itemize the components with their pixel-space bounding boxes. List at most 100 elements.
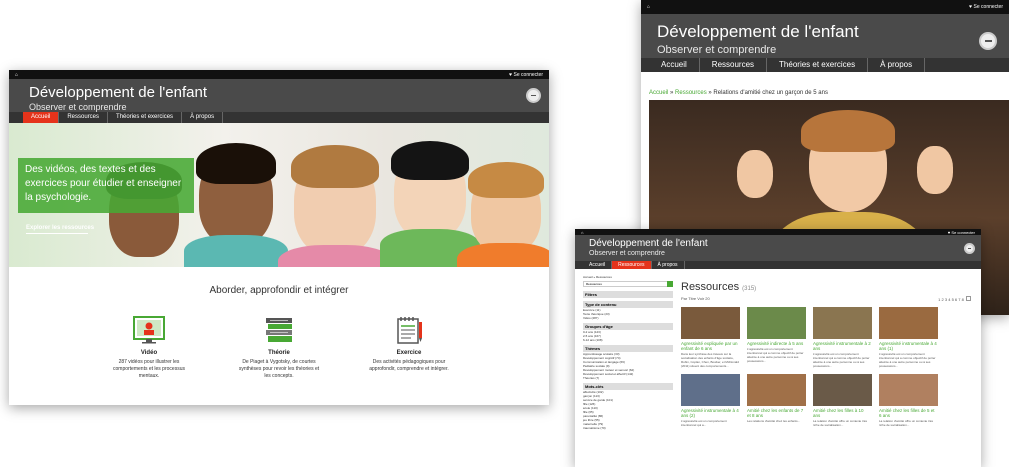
resource-thumbnail[interactable] <box>813 307 872 339</box>
video-lesson-icon <box>133 316 165 344</box>
resource-description: L'agressivité est un comportement intent… <box>813 352 870 368</box>
filter-option[interactable]: Théories (7) <box>583 376 673 380</box>
tab-about[interactable]: À propos <box>868 58 926 72</box>
login-link[interactable]: ♥ Se connecter <box>948 230 975 235</box>
resource-title[interactable]: Amitié chez les filles de 5 et 6 ans <box>879 408 938 418</box>
resource-description: La relation d'amitié offre un contexte t… <box>813 419 868 427</box>
login-label[interactable]: Se connecter <box>974 4 1003 10</box>
filter-group-title[interactable]: Thèmes <box>583 345 673 352</box>
tab-theories[interactable]: Théories et exercices <box>108 112 183 123</box>
tab-resources[interactable]: Ressources <box>612 261 652 269</box>
resource-thumbnail[interactable] <box>879 374 938 406</box>
breadcrumb-resources-link[interactable]: Ressources <box>675 90 707 96</box>
resource-title[interactable]: Agressivité instrumentale à 2 ans <box>813 341 872 351</box>
site-title[interactable]: Développement de l'enfant <box>29 84 529 101</box>
video-frame-subject <box>801 110 895 152</box>
menu-toggle-icon[interactable] <box>979 32 997 50</box>
pager-page[interactable]: 7 <box>958 297 960 302</box>
site-title[interactable]: Développement de l'enfant <box>589 238 967 249</box>
tab-resources[interactable]: Ressources <box>700 58 768 72</box>
resource-thumbnail[interactable] <box>681 374 740 406</box>
resource-card[interactable]: Agressivité instrumentale à 4 ans (1) L'a… <box>879 307 938 368</box>
breadcrumb-home-link[interactable]: Accueil <box>649 90 668 96</box>
resource-thumbnail[interactable] <box>813 374 872 406</box>
main-nav: Accueil Ressources Théories et exercices… <box>641 58 1009 72</box>
home-icon[interactable]: ⌂ <box>581 230 583 235</box>
breadcrumb: Accueil » Ressources <box>583 275 612 279</box>
explore-resources-link[interactable]: Explorer les ressources <box>26 225 94 234</box>
filter-group-title[interactable]: Groupes d'âge <box>583 323 673 330</box>
resource-thumbnail[interactable] <box>747 307 806 339</box>
resource-title[interactable]: Amitié chez les enfants de 7 et 8 ans <box>747 408 806 418</box>
menu-toggle-icon[interactable] <box>526 88 541 103</box>
pager-page[interactable]: 3 <box>945 297 947 302</box>
pager-page[interactable]: 5 <box>952 297 954 302</box>
resource-card[interactable]: Amitié chez les enfants de 7 et 8 ans Les… <box>747 374 806 427</box>
tab-about[interactable]: À propos <box>182 112 224 123</box>
login-link[interactable]: ♥ Se connecter <box>509 72 543 78</box>
login-link[interactable]: ♥ Se connecter <box>969 4 1003 10</box>
pager-page[interactable]: 2 <box>941 297 943 302</box>
filter-group-title[interactable]: Mots-clés <box>583 383 673 390</box>
page-title: Ressources (315) <box>681 281 971 293</box>
resource-title[interactable]: Amitié chez les filles à 10 ans <box>813 408 872 418</box>
resource-thumbnail[interactable] <box>747 374 806 406</box>
feature-video[interactable]: Vidéo 287 vidéos pour illustrer les comp… <box>108 316 190 380</box>
pager-page[interactable]: 4 <box>948 297 950 302</box>
menu-toggle-icon[interactable] <box>964 243 975 254</box>
site-subtitle: Observer et comprendre <box>657 44 777 56</box>
video-frame-subject <box>917 146 953 194</box>
tab-home[interactable]: Accueil <box>23 112 60 123</box>
login-label[interactable]: Se connecter <box>514 72 543 78</box>
filter-option[interactable]: traumatisme (70) <box>583 426 673 430</box>
resource-card[interactable]: Agressivité instrumentale à 4 ans (2) L'a… <box>681 374 740 427</box>
notepad-icon <box>397 317 422 344</box>
next-page-icon[interactable] <box>966 296 971 301</box>
tab-home[interactable]: Accueil <box>583 261 613 269</box>
home-icon[interactable]: ⌂ <box>15 72 18 78</box>
site-header: Développement de l'enfant Observer et co… <box>641 14 1009 58</box>
resource-description: L'agressivité est un comportement intent… <box>879 352 936 368</box>
resource-card[interactable]: Agressivité instrumentale à 2 ans L'agres… <box>813 307 872 368</box>
search-input[interactable]: Ressources <box>583 281 673 287</box>
resource-title[interactable]: Agressivité indirecte à 5 ans <box>747 341 806 346</box>
login-label[interactable]: Se connecter <box>951 230 975 235</box>
show-label: Voir <box>697 296 705 301</box>
resource-card[interactable]: Amitié chez les filles de 5 et 6 ans La r… <box>879 374 938 427</box>
hero-text-box: Des vidéos, des textes et des exercices … <box>18 158 194 213</box>
resource-thumbnail[interactable] <box>879 307 938 339</box>
filter-group-title[interactable]: Type de contenu <box>583 301 673 308</box>
site-header: Développement de l'enfant Observer et co… <box>575 235 981 261</box>
resource-description: L'agressivité est un comportement intent… <box>747 347 804 363</box>
sort-select[interactable]: Titre <box>688 296 696 301</box>
resource-description: La relation d'amitié offre un contexte t… <box>879 419 934 427</box>
resource-card[interactable]: Agressivité expliquée par un enfant de 6… <box>681 307 740 368</box>
resource-card[interactable]: Agressivité indirecte à 5 ans L'agressivi… <box>747 307 806 368</box>
feature-exercise[interactable]: Exercice Des activités pédagogiques pour… <box>368 316 450 380</box>
filter-option[interactable]: Vidéo (287) <box>583 316 673 320</box>
resource-title[interactable]: Agressivité expliquée par un enfant de 6… <box>681 341 740 351</box>
feature-theory[interactable]: Théorie De Piaget à Vygotsky, de courtes… <box>238 316 320 380</box>
intro-heading: Aborder, approfondir et intégrer <box>209 285 349 296</box>
hero-banner: Des vidéos, des textes et des exercices … <box>9 123 549 267</box>
resource-title[interactable]: Agressivité instrumentale à 4 ans (2) <box>681 408 740 418</box>
pager-page[interactable]: 8 <box>962 297 964 302</box>
main-nav: Accueil Ressources Théories et exercices… <box>9 112 549 123</box>
main-nav: Accueil Ressources À propos <box>575 261 981 269</box>
home-icon[interactable]: ⌂ <box>647 4 650 10</box>
breadcrumb: Accueil » Ressources » Relations d'amiti… <box>641 72 1009 100</box>
hero-photo-child <box>379 141 481 267</box>
tab-theories[interactable]: Théories et exercices <box>767 58 869 72</box>
pager-page[interactable]: 6 <box>955 297 957 302</box>
resource-card[interactable]: Amitié chez les filles à 10 ans La relati… <box>813 374 872 427</box>
result-count: (315) <box>742 286 757 292</box>
tab-home[interactable]: Accueil <box>649 58 700 72</box>
site-title[interactable]: Développement de l'enfant <box>657 22 993 42</box>
tab-about[interactable]: À propos <box>652 261 685 269</box>
filter-option[interactable]: 6-12 ans (108) <box>583 338 673 342</box>
show-select[interactable]: 20 <box>705 296 709 301</box>
resource-thumbnail[interactable] <box>681 307 740 339</box>
tab-resources[interactable]: Ressources <box>59 112 109 123</box>
site-subtitle: Observer et comprendre <box>589 250 665 257</box>
resource-title[interactable]: Agressivité instrumentale à 4 ans (1) <box>879 341 938 351</box>
